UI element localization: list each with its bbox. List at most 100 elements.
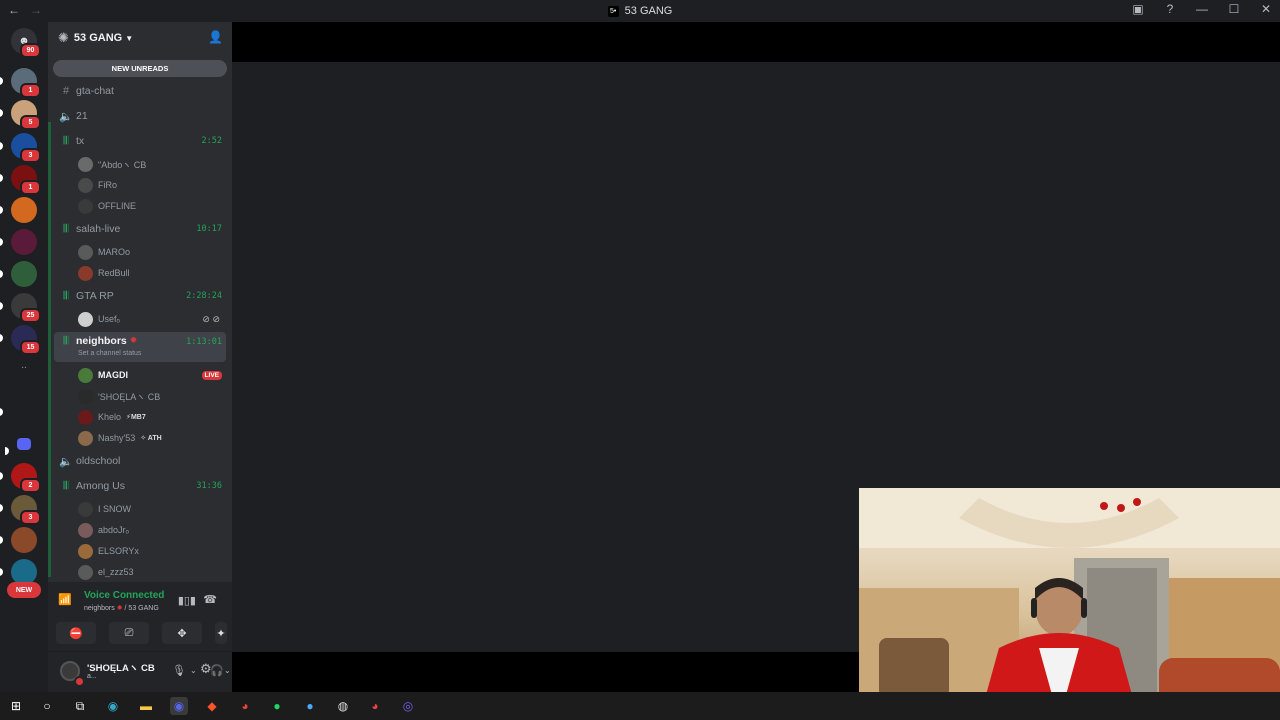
server-icon[interactable]: 3	[0, 133, 41, 163]
member-name: Nashy'53	[98, 433, 136, 443]
channel-oldschool[interactable]: 🔈 oldschool	[54, 451, 226, 471]
screen-icon[interactable]: ▣	[1130, 2, 1146, 16]
record-icon: ◎	[402, 699, 414, 713]
member-name: MAGDI	[98, 370, 128, 380]
voice-member[interactable]: Nashy'53 ✧ ATH	[78, 428, 226, 448]
window-title: 5• 53 GANG	[0, 5, 1280, 17]
channel-star-icon: ✹	[116, 605, 123, 612]
channel-21[interactable]: 🔈 21	[54, 106, 226, 126]
task-view-icon: ⧉	[75, 698, 85, 713]
minimize-icon[interactable]: —	[1194, 2, 1210, 16]
discord-taskbar-button[interactable]: ◉	[170, 697, 188, 715]
server-icon[interactable]: 3	[0, 495, 41, 525]
server-icon[interactable]	[0, 527, 37, 553]
server-icon[interactable]	[0, 229, 37, 255]
edge-icon: ◉	[107, 699, 119, 713]
channel-status[interactable]: Set a channel status	[78, 350, 141, 357]
signal-icon[interactable]: 📶	[58, 593, 72, 606]
task-view-button[interactable]: ⧉	[71, 697, 89, 715]
server-name: 53 GANG	[73, 32, 123, 44]
steam-button[interactable]: ◍	[334, 697, 352, 715]
server-list: ☻ 90 1 5 3 1 25 15 2 3 .. NEW	[0, 22, 48, 692]
discord-icon: ◉	[173, 699, 185, 713]
channel-salah-live[interactable]: 𝄃𝄃 salah-live 10:17	[54, 219, 226, 239]
server-icon[interactable]	[0, 197, 37, 223]
brave-button[interactable]: ◆	[203, 697, 221, 715]
search-button[interactable]: ○	[38, 697, 56, 715]
live-badge[interactable]: LIVE	[201, 370, 222, 380]
activities-button[interactable]: ✥	[162, 622, 202, 644]
home-button[interactable]: ☻ 90	[11, 28, 41, 58]
voice-location[interactable]: neighbors ✹ / 53 GANG	[84, 604, 159, 612]
server-icon[interactable]: 1	[0, 68, 41, 98]
invite-people-icon[interactable]: 👤	[208, 30, 223, 44]
spotify-button[interactable]: ●	[268, 697, 286, 715]
channel-gta-chat[interactable]: # gta-chat	[54, 81, 226, 101]
voice-member[interactable]: 'SHOĘLAヽ CB	[78, 386, 226, 406]
chevron-down-icon[interactable]: ⌄	[190, 666, 197, 675]
maximize-icon[interactable]: ☐	[1226, 2, 1242, 16]
voice-member[interactable]: MAROo	[78, 242, 226, 262]
voice-member[interactable]: FiRo	[78, 175, 226, 195]
channel-gta-rp[interactable]: 𝄃𝄃 GTA RP 2:28:24	[54, 286, 226, 306]
server-icon[interactable]: 5	[0, 100, 41, 130]
voice-activity-icon: 𝄃𝄃	[63, 479, 69, 492]
voice-member[interactable]: MAGDI LIVE	[78, 365, 226, 385]
server-icon[interactable]	[0, 399, 37, 425]
server-icon[interactable]: 1	[0, 165, 41, 195]
chrome-profile-button[interactable]: ◕	[366, 697, 384, 715]
avatar	[78, 522, 93, 538]
noise-suppression-icon[interactable]: ▮▯▮	[178, 594, 196, 607]
chevron-down-icon[interactable]: ⌄	[224, 666, 231, 675]
file-explorer-button[interactable]: ▬	[137, 697, 155, 715]
unread-indicator	[0, 109, 3, 117]
share-screen-button[interactable]: ⎚	[109, 622, 149, 644]
disconnect-icon[interactable]: ☎	[203, 593, 217, 606]
camera-feed[interactable]	[859, 488, 1280, 720]
new-unreads-bar[interactable]: NEW UNREADS	[53, 60, 227, 77]
microphone-icon[interactable]: 🎙	[172, 664, 186, 677]
unread-indicator	[0, 302, 3, 310]
camera-button[interactable]: ⛔	[56, 622, 96, 644]
channel-tx[interactable]: 𝄃𝄃 tx 2:52	[54, 131, 226, 151]
folder-icon: ▬	[140, 699, 152, 713]
more-servers[interactable]: ..	[11, 360, 37, 386]
voice-member[interactable]: OFFLINE	[78, 196, 226, 216]
username[interactable]: 'SHOĘLAヽ CB	[87, 660, 155, 674]
edge-button[interactable]: ◉	[104, 697, 122, 715]
obs-button[interactable]: ◎	[399, 697, 417, 715]
start-button[interactable]: ⊞	[7, 697, 25, 715]
help-icon[interactable]: ?	[1162, 2, 1178, 16]
voice-member[interactable]: abdoJrₒ	[78, 520, 226, 540]
channel-among-us[interactable]: 𝄃𝄃 Among Us 31:36	[54, 476, 226, 496]
server-icon[interactable]	[0, 261, 37, 287]
chrome-icon: ◕	[241, 699, 249, 713]
voice-member[interactable]: "Abdoヽ CB	[78, 154, 226, 174]
headphones-icon[interactable]: 🎧	[210, 664, 224, 677]
server-icon[interactable]: 2	[0, 463, 41, 493]
mention-badge: 2	[20, 478, 41, 493]
gear-icon[interactable]: ⚙	[200, 661, 212, 677]
voice-status[interactable]: Voice Connected	[84, 590, 164, 601]
voice-member[interactable]: ELSORYx	[78, 541, 226, 561]
channel-name: salah-live	[76, 223, 121, 235]
voice-member[interactable]: I SNOW	[78, 499, 226, 519]
channel-star-icon: ✹	[129, 335, 138, 345]
new-unreads-pill[interactable]: NEW	[7, 582, 41, 598]
voice-member[interactable]: Khelo ⚡MB7	[78, 407, 226, 427]
member-name: MAROo	[98, 247, 131, 257]
soundboard-button[interactable]: ✦	[215, 622, 227, 644]
chrome-button[interactable]: ◕	[236, 697, 254, 715]
mention-badge: 25	[20, 308, 41, 323]
voice-member[interactable]: RedBull	[78, 263, 226, 283]
folder-icon[interactable]	[5, 438, 31, 455]
member-name: 'SHOĘLAヽ CB	[98, 391, 161, 402]
server-icon[interactable]: 25	[0, 293, 41, 323]
app-button[interactable]: ●	[301, 697, 319, 715]
voice-member[interactable]: Usefₒ ⊘ ⊘	[78, 309, 226, 329]
server-icon[interactable]: 15	[0, 325, 41, 355]
voice-member[interactable]: el_zzz53	[78, 562, 226, 582]
server-header[interactable]: ✺ 53 GANG ▼ 👤	[48, 22, 232, 54]
close-icon[interactable]: ✕	[1258, 2, 1274, 16]
channel-neighbors[interactable]: 𝄃𝄃 neighbors ✹ Set a channel status 1:13:01	[54, 332, 226, 362]
